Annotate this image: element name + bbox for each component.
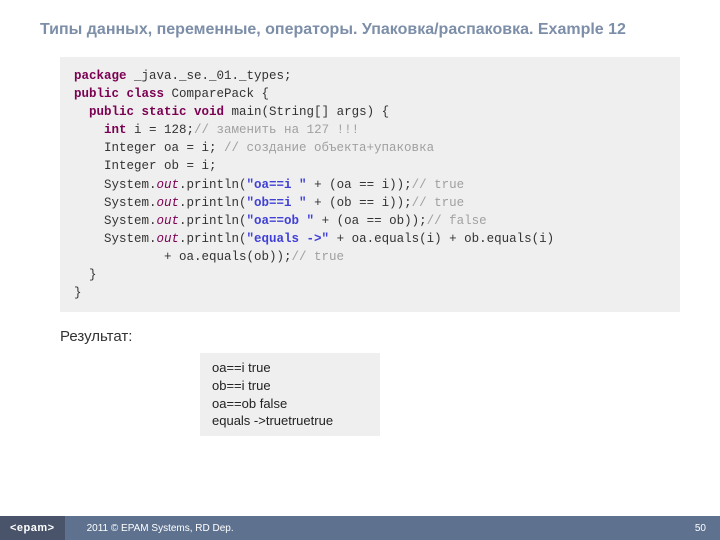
keyword: int — [104, 123, 127, 137]
code-text: Integer ob = i; — [74, 159, 217, 173]
page-number: 50 — [695, 523, 706, 534]
code-text: + (oa == i)); — [307, 178, 412, 192]
code-text: i = 128; — [127, 123, 195, 137]
code-text: System. — [74, 214, 157, 228]
string: "ob==i " — [247, 196, 307, 210]
code-text: ComparePack { — [164, 87, 269, 101]
keyword: public class — [74, 87, 164, 101]
code-text: + (oa == ob)); — [314, 214, 427, 228]
code-block: package _java._se._01._types; public cla… — [60, 57, 680, 313]
code-text: main(String[] args) { — [224, 105, 389, 119]
code-text: .println( — [179, 178, 247, 192]
comment: // true — [292, 250, 345, 264]
keyword: package — [74, 69, 127, 83]
result-label: Результат: — [60, 328, 720, 345]
code-text: System. — [74, 196, 157, 210]
comment: // true — [412, 196, 465, 210]
code-text: System. — [74, 178, 157, 192]
comment: // создание объекта+упаковка — [224, 141, 434, 155]
string: "oa==i " — [247, 178, 307, 192]
comment: // заменить на 127 !!! — [194, 123, 359, 137]
string: "oa==ob " — [247, 214, 315, 228]
epam-logo: <epam> — [0, 516, 65, 540]
slide-title: Типы данных, переменные, операторы. Упак… — [0, 0, 720, 49]
keyword: public static void — [89, 105, 224, 119]
string: "equals ->" — [247, 232, 330, 246]
out-ref: out — [157, 178, 180, 192]
out-ref: out — [157, 232, 180, 246]
code-text: + (ob == i)); — [307, 196, 412, 210]
code-text: + oa.equals(ob)); — [74, 250, 292, 264]
footer: <epam> 2011 © EPAM Systems, RD Dep. 50 — [0, 516, 720, 540]
code-text: _java._se._01._types; — [127, 69, 292, 83]
code-text: } — [74, 268, 97, 282]
code-text: System. — [74, 232, 157, 246]
footer-text: 2011 © EPAM Systems, RD Dep. — [87, 523, 234, 534]
result-block: oa==i true ob==i true oa==ob false equal… — [200, 353, 380, 435]
code-text: .println( — [179, 196, 247, 210]
code-text: .println( — [179, 214, 247, 228]
code-text: .println( — [179, 232, 247, 246]
code-text: Integer oa = i; — [74, 141, 224, 155]
comment: // false — [427, 214, 487, 228]
comment: // true — [412, 178, 465, 192]
code-text: + oa.equals(i) + ob.equals(i) — [329, 232, 554, 246]
out-ref: out — [157, 214, 180, 228]
out-ref: out — [157, 196, 180, 210]
code-text: } — [74, 286, 82, 300]
